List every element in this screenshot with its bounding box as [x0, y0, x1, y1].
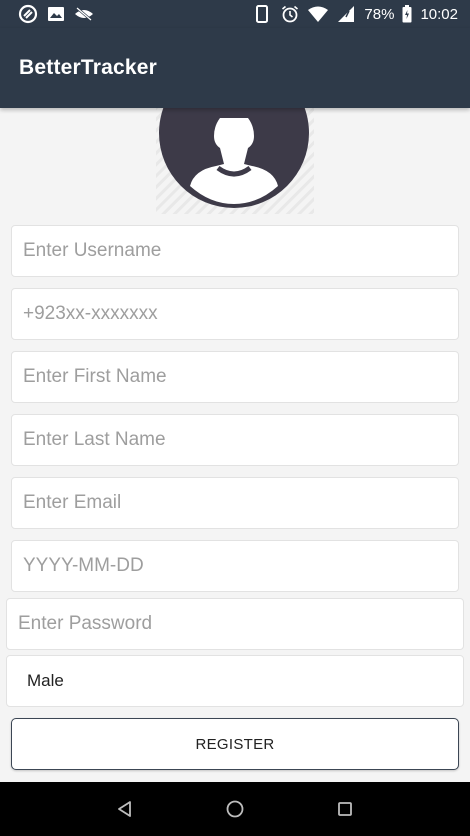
- status-bar: 78% 10:02: [0, 0, 470, 28]
- first-name-field[interactable]: Enter First Name: [11, 351, 459, 403]
- phone-placeholder: +923xx-xxxxxxx: [23, 303, 158, 324]
- app-bar: BetterTracker: [0, 28, 470, 108]
- gender-select[interactable]: Male: [6, 655, 464, 707]
- first-name-placeholder: Enter First Name: [23, 366, 167, 387]
- alarm-icon: [280, 4, 300, 24]
- image-icon: [46, 4, 66, 24]
- visibility-off-icon: [74, 4, 94, 24]
- email-placeholder: Enter Email: [23, 492, 122, 513]
- date-of-birth-field[interactable]: YYYY-MM-DD: [11, 540, 459, 592]
- username-placeholder: Enter Username: [23, 240, 162, 261]
- gender-value: Male: [27, 671, 64, 690]
- home-icon[interactable]: [223, 797, 247, 821]
- app-title: BetterTracker: [19, 56, 158, 79]
- sync-icon: [18, 4, 38, 24]
- register-button-label: REGISTER: [195, 735, 275, 753]
- password-field[interactable]: Enter Password: [6, 598, 464, 650]
- password-placeholder: Enter Password: [18, 613, 153, 634]
- status-bar-left: [18, 4, 94, 24]
- battery-icon: [402, 4, 412, 24]
- avatar[interactable]: [154, 108, 316, 214]
- wifi-icon: [308, 4, 329, 24]
- username-field[interactable]: Enter Username: [11, 225, 459, 277]
- status-bar-right: 78% 10:02: [252, 4, 458, 24]
- signal-icon: [336, 4, 356, 24]
- back-icon[interactable]: [113, 797, 137, 821]
- clock: 10:02: [420, 5, 458, 23]
- email-field[interactable]: Enter Email: [11, 477, 459, 529]
- register-button[interactable]: REGISTER: [11, 718, 459, 770]
- recents-icon[interactable]: [333, 797, 357, 821]
- avatar-placeholder-icon: [156, 108, 314, 214]
- last-name-field[interactable]: Enter Last Name: [11, 414, 459, 466]
- date-of-birth-placeholder: YYYY-MM-DD: [23, 555, 144, 576]
- last-name-placeholder: Enter Last Name: [23, 429, 166, 450]
- phone-icon: [252, 4, 272, 24]
- navigation-bar: [0, 782, 470, 836]
- battery-percent: 78%: [364, 5, 395, 23]
- phone-field[interactable]: +923xx-xxxxxxx: [11, 288, 459, 340]
